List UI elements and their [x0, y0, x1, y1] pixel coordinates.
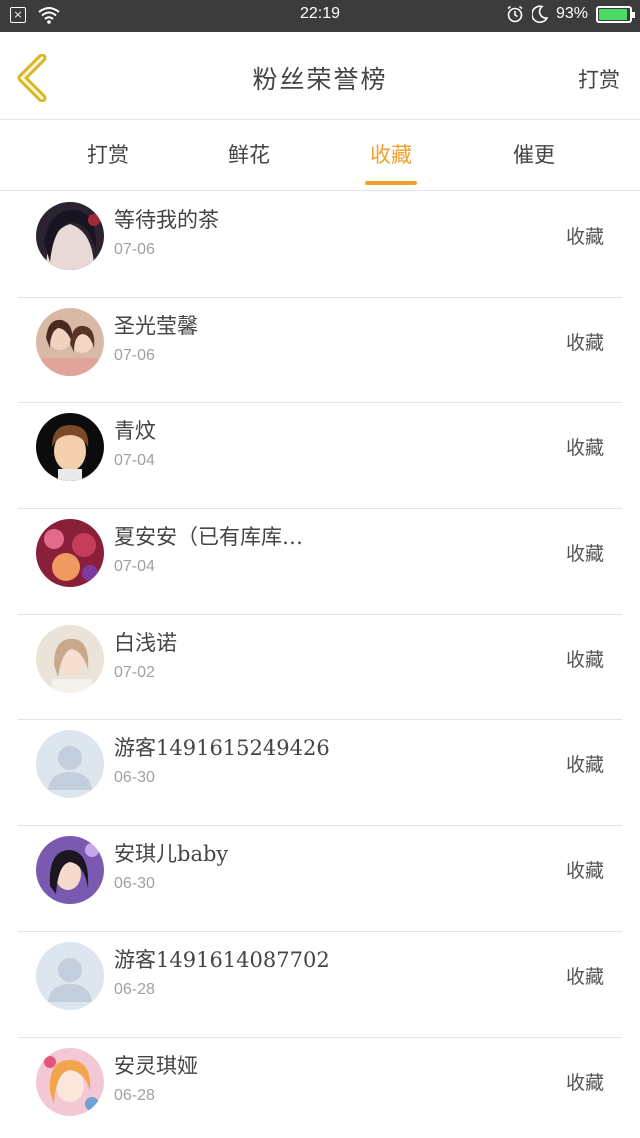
avatar [36, 307, 104, 376]
battery-icon [596, 5, 635, 23]
fan-action-type: 收藏 [565, 331, 604, 354]
fan-date: 07-06 [114, 346, 155, 364]
fan-name: 游客1491614087702 [114, 947, 330, 972]
fan-name: 青炆 [114, 419, 156, 444]
fan-date: 07-04 [114, 558, 155, 576]
fan-name: 安灵琪娅 [114, 1053, 198, 1078]
fan-date: 07-02 [114, 663, 155, 681]
tab-favorites[interactable]: 收藏 [351, 139, 431, 169]
list-item[interactable]: 游客1491615249426 06-30 收藏 [18, 720, 622, 827]
avatar [36, 202, 104, 270]
avatar [36, 1047, 104, 1116]
fan-date: 06-28 [114, 1086, 155, 1104]
list-item[interactable]: 白浅诺 07-02 收藏 [18, 615, 622, 721]
list-item[interactable]: 圣光莹馨 07-06 收藏 [18, 298, 622, 404]
fan-action-type: 收藏 [565, 648, 604, 671]
list-item[interactable]: 游客1491614087702 06-28 收藏 [18, 932, 622, 1038]
avatar [36, 519, 104, 588]
alarm-icon [507, 5, 523, 23]
tab-urge[interactable]: 催更 [494, 139, 574, 169]
fan-action-type: 收藏 [565, 754, 604, 777]
status-bar: × 22:19 93% [0, 0, 640, 32]
tab-bar: 打赏 鲜花 收藏 催更 [0, 121, 640, 191]
list-item[interactable]: 等待我的茶 07-06 收藏 [18, 192, 622, 298]
fan-date: 06-28 [114, 980, 155, 998]
list-item[interactable]: 青炆 07-04 收藏 [18, 403, 622, 510]
fan-date: 06-30 [114, 769, 155, 787]
tab-flowers[interactable]: 鲜花 [209, 139, 289, 169]
list-item[interactable]: 安琪儿baby 06-30 收藏 [18, 826, 622, 932]
fan-date: 07-04 [114, 452, 155, 470]
fan-action-type: 收藏 [565, 437, 604, 460]
moon-icon [531, 5, 548, 23]
reward-button[interactable]: 打赏 [578, 64, 620, 94]
fan-action-type: 收藏 [565, 1071, 604, 1094]
avatar [36, 941, 104, 1010]
list-item[interactable]: 安灵琪娅 06-28 收藏 [18, 1038, 622, 1138]
avatar [36, 624, 104, 693]
fan-action-type: 收藏 [565, 226, 604, 248]
battery-percent: 93% [555, 5, 588, 22]
fan-name: 等待我的茶 [114, 208, 219, 232]
tab-active-indicator [365, 181, 417, 185]
header: 粉丝荣誉榜 打赏 [0, 32, 640, 120]
fan-action-type: 收藏 [565, 860, 604, 883]
battery-fill [599, 8, 627, 20]
list-item[interactable]: 夏安安（已有库库… 07-04 收藏 [18, 509, 622, 615]
tab-reward[interactable]: 打赏 [68, 139, 148, 169]
fan-name: 游客1491615249426 [114, 736, 330, 761]
page-title: 粉丝荣誉榜 [252, 65, 388, 94]
fan-name: 夏安安（已有库库… [114, 525, 303, 550]
avatar [36, 413, 104, 482]
fan-name: 白浅诺 [114, 630, 177, 655]
fan-date: 06-30 [114, 875, 155, 893]
avatar [36, 836, 104, 905]
fan-action-type: 收藏 [565, 965, 604, 988]
fan-date: 07-06 [114, 241, 155, 258]
fan-action-type: 收藏 [565, 543, 604, 566]
fan-list: 等待我的茶 07-06 收藏 圣光莹馨 07-06 收藏 青炆 07-04 收藏… [18, 192, 622, 1138]
status-right: 93% [506, 5, 635, 23]
fan-name: 安琪儿baby [114, 842, 229, 867]
fan-name: 圣光莹馨 [114, 313, 198, 338]
avatar [36, 730, 104, 799]
